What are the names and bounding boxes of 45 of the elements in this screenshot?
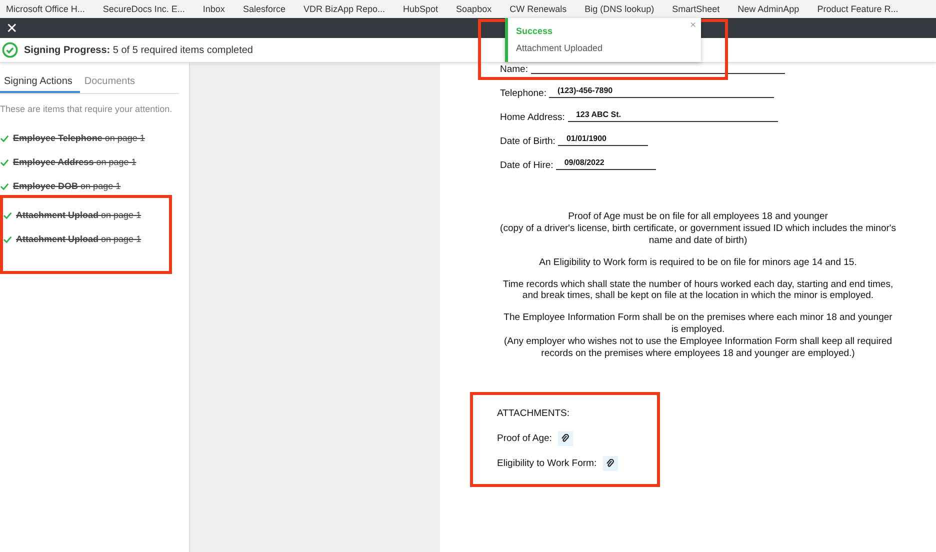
action-item[interactable]: Employee Telephone on page 1: [13, 133, 145, 143]
bookmark-link[interactable]: HubSpot: [403, 4, 438, 14]
field-label: Telephone:: [500, 88, 546, 99]
fill-in-line[interactable]: 01/01/1900: [558, 134, 648, 146]
tab[interactable]: Signing Actions: [0, 71, 80, 93]
fill-in-line[interactable]: 123 ABC St.: [568, 110, 778, 122]
paperclip-icon: [606, 458, 614, 468]
check-circle-icon: [2, 42, 18, 58]
bookmark-link[interactable]: Inbox: [202, 4, 225, 14]
action-item[interactable]: Employee DOB on page 1: [13, 181, 121, 191]
paperclip-button[interactable]: [558, 430, 573, 446]
paragraph: Time records which shall state the number of hours worked each day, starting and end times, and break times, shall be kept on file at the location in which the minor is employed.: [502, 278, 894, 302]
toast-title: Success: [516, 26, 554, 36]
field-label: Name:: [500, 64, 528, 75]
paragraph: The Employee Information Form shall be on the premises where each minor 18 and younger is employed. (Any employer who wishes not to use the Employee Information Form shall keep all required records on the premises where employees 18 and younger are employed.): [502, 312, 894, 360]
bookmark-link[interactable]: CW Renewals: [510, 4, 567, 14]
bookmark-link[interactable]: Big (DNS lookup): [584, 4, 654, 14]
close-button[interactable]: ✕: [4, 20, 20, 36]
progress-text: Signing Progress: 5 of 5 required items completed: [24, 44, 253, 56]
paperclip-icon: [561, 434, 570, 443]
paperclip-button[interactable]: [602, 456, 618, 471]
fill-in-line[interactable]: 09/08/2022: [556, 158, 656, 170]
attachments-title: ATTACHMENTS:: [497, 408, 570, 419]
toast-message: Attachment Uploaded: [516, 43, 604, 53]
bookmark-link[interactable]: Product Feature R...: [817, 4, 898, 14]
bookmark-link[interactable]: SecureDocs Inc. E...: [102, 4, 185, 14]
bookmark-link[interactable]: Salesforce: [242, 4, 286, 14]
attachment-label: Eligibility to Work Form:: [497, 458, 597, 469]
field-label: Date of Birth:: [500, 136, 556, 147]
action-item[interactable]: Employee Address on page 1: [13, 157, 136, 167]
hint-text: These are items that require your attention.: [0, 104, 174, 114]
fill-in-line[interactable]: (123)-456-7890: [549, 86, 774, 98]
bookmark-link[interactable]: Microsoft Office H...: [6, 4, 85, 14]
bookmark-link[interactable]: VDR BizApp Repo...: [303, 4, 386, 14]
field-label: Date of Hire:: [500, 160, 554, 171]
action-item[interactable]: Attachment Upload on page 1: [16, 210, 142, 220]
attachment-label: Proof of Age:: [497, 432, 552, 444]
bookmark-link[interactable]: New AdminApp: [738, 4, 800, 14]
bookmark-link[interactable]: SmartSheet: [672, 4, 720, 14]
tab[interactable]: Documents: [80, 71, 143, 93]
paragraph: An Eligibility to Work form is required to be on file for minors age 14 and 15.: [538, 256, 858, 268]
field-label: Home Address:: [500, 112, 565, 123]
action-item[interactable]: Attachment Upload on page 1: [16, 234, 142, 244]
bookmark-link[interactable]: Soapbox: [456, 4, 492, 14]
paragraph: Proof of Age must be on file for all employees 18 and younger (copy of a driver's license, birth certificate, or government issued ID which includes the minor's name and date of birth): [500, 211, 896, 247]
